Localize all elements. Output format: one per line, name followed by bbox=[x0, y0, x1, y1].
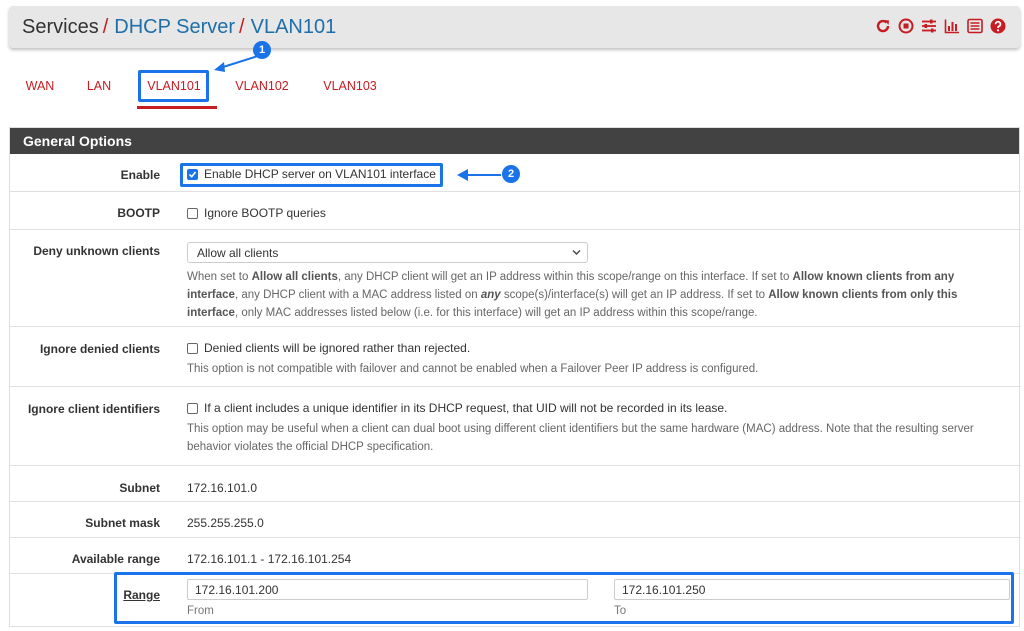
annotation-badge-1: 1 bbox=[253, 41, 271, 59]
ignore-denied-label: Ignore denied clients bbox=[39, 342, 160, 356]
enable-dhcp-checkbox[interactable] bbox=[187, 168, 198, 180]
subnet-value: 172.16.101.0 bbox=[187, 481, 258, 495]
breadcrumb-dhcp-server[interactable]: DHCP Server bbox=[114, 16, 235, 39]
ignore-bootp-checkbox[interactable] bbox=[187, 207, 198, 219]
row-subnet-mask: Subnet mask 255.255.255.0 bbox=[10, 502, 1021, 538]
page-header: Services / DHCP Server / VLAN101 bbox=[9, 6, 1020, 48]
panel-title: General Options bbox=[10, 128, 1019, 154]
row-available-range: Available range 172.16.101.1 - 172.16.10… bbox=[10, 538, 1021, 574]
enable-dhcp-text: Enable DHCP server on VLAN101 interface bbox=[204, 167, 436, 181]
tab-vlan101[interactable]: VLAN101 bbox=[137, 68, 211, 104]
breadcrumb-services: Services bbox=[22, 15, 99, 38]
help-icon[interactable] bbox=[990, 18, 1006, 34]
active-tab-indicator bbox=[137, 106, 217, 109]
row-ignore-client-ids: Ignore client identifiers If a client in… bbox=[10, 387, 1021, 466]
chevron-down-icon bbox=[572, 250, 581, 255]
deny-unknown-help: When set to Allow all clients, any DHCP … bbox=[187, 271, 958, 319]
annotation-arrow-icon bbox=[214, 55, 259, 72]
breadcrumb: Services / DHCP Server / VLAN101 bbox=[22, 16, 336, 39]
row-subnet: Subnet 172.16.101.0 bbox=[10, 466, 1021, 502]
chart-icon[interactable] bbox=[944, 18, 960, 34]
subnet-mask-label: Subnet mask bbox=[85, 516, 160, 530]
available-range-label: Available range bbox=[71, 552, 160, 566]
range-label: Range bbox=[123, 588, 160, 602]
breadcrumb-vlan101[interactable]: VLAN101 bbox=[251, 16, 337, 39]
range-from-input[interactable]: 172.16.101.200 bbox=[187, 579, 588, 600]
bootp-checkbox-row[interactable]: Ignore BOOTP queries bbox=[187, 206, 326, 220]
row-ignore-denied: Ignore denied clients Denied clients wil… bbox=[10, 327, 1021, 387]
tab-vlan103[interactable]: VLAN103 bbox=[312, 68, 388, 104]
ignore-client-ids-label: Ignore client identifiers bbox=[27, 402, 160, 416]
general-options-panel: General Options Enable Enable DHCP serve… bbox=[9, 127, 1021, 628]
breadcrumb-separator: / bbox=[239, 15, 245, 38]
ignore-client-ids-checkbox[interactable] bbox=[187, 402, 198, 414]
ignore-denied-checkbox[interactable] bbox=[187, 342, 198, 354]
subnet-label: Subnet bbox=[119, 481, 160, 495]
log-list-icon[interactable] bbox=[967, 18, 983, 34]
stop-icon[interactable] bbox=[898, 18, 914, 34]
annotation-arrow-icon bbox=[457, 169, 501, 181]
range-from-label: From bbox=[187, 605, 214, 617]
row-bootp: BOOTP Ignore BOOTP queries bbox=[10, 192, 1021, 230]
restart-icon[interactable] bbox=[875, 18, 891, 34]
breadcrumb-separator: / bbox=[102, 15, 109, 38]
ignore-client-ids-checkbox-row[interactable]: If a client includes a unique identifier… bbox=[187, 401, 1007, 415]
settings-sliders-icon[interactable] bbox=[921, 18, 937, 34]
ignore-denied-checkbox-row[interactable]: Denied clients will be ignored rather th… bbox=[187, 341, 1007, 355]
bootp-label: BOOTP bbox=[117, 206, 160, 220]
deny-unknown-selected: Allow all clients bbox=[197, 245, 279, 260]
tab-wan[interactable]: WAN bbox=[12, 68, 68, 104]
enable-label: Enable bbox=[120, 168, 160, 182]
ignore-denied-text: Denied clients will be ignored rather th… bbox=[204, 341, 471, 355]
row-deny-unknown: Deny unknown clients Allow all clients W… bbox=[10, 230, 1021, 327]
enable-dhcp-checkbox-row[interactable]: Enable DHCP server on VLAN101 interface bbox=[187, 167, 436, 181]
ignore-bootp-text: Ignore BOOTP queries bbox=[204, 206, 326, 220]
deny-unknown-label: Deny unknown clients bbox=[33, 244, 160, 258]
annotation-badge-2: 2 bbox=[502, 165, 520, 183]
subnet-mask-value: 255.255.255.0 bbox=[187, 516, 264, 530]
check-icon bbox=[188, 170, 197, 178]
range-to-label: To bbox=[614, 605, 627, 617]
ignore-client-ids-text: If a client includes a unique identifier… bbox=[204, 401, 728, 415]
tab-lan[interactable]: LAN bbox=[74, 68, 124, 104]
deny-unknown-select[interactable]: Allow all clients bbox=[187, 242, 588, 263]
available-range-value: 172.16.101.1 - 172.16.101.254 bbox=[187, 552, 352, 566]
range-to-input[interactable]: 172.16.101.250 bbox=[614, 579, 1010, 600]
ignore-client-ids-help: This option may be useful when a client … bbox=[187, 423, 974, 453]
row-range: Range 172.16.101.200 From 172.16.101.250… bbox=[10, 574, 1021, 628]
header-toolbar bbox=[875, 18, 1006, 34]
ignore-denied-help: This option is not compatible with failo… bbox=[187, 363, 759, 375]
